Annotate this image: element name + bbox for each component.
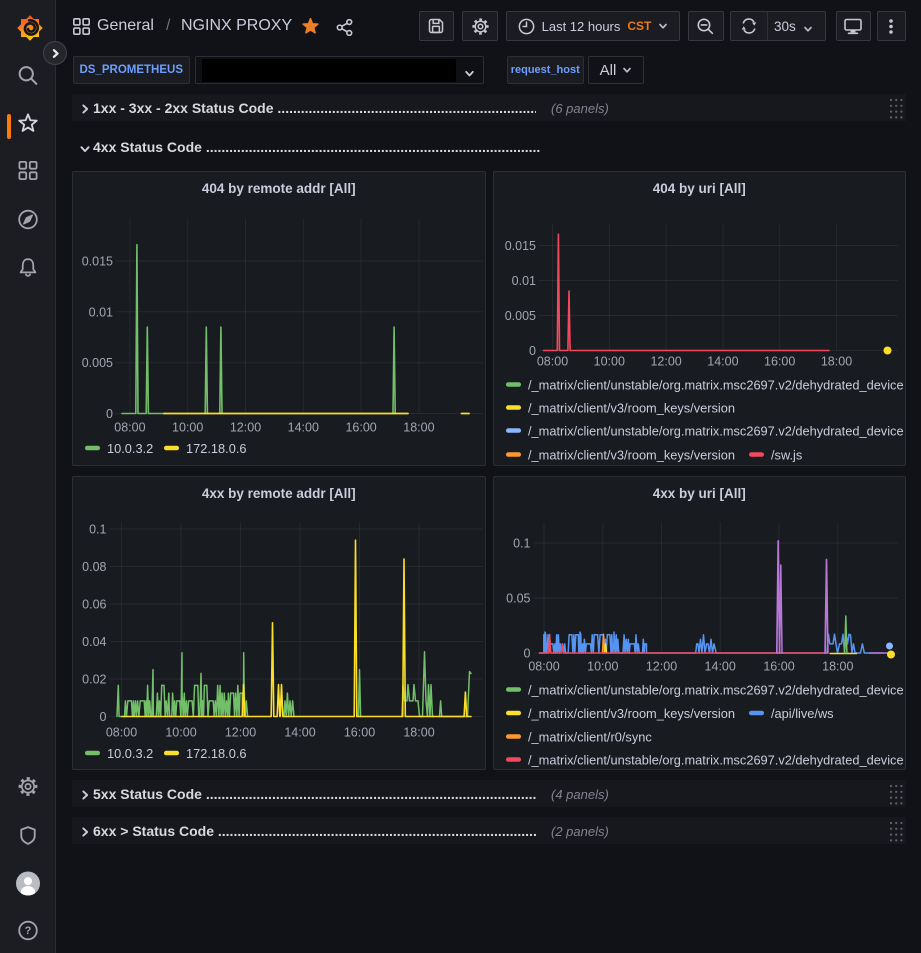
svg-text:/sw.js: /sw.js xyxy=(771,448,802,463)
svg-text:0.01: 0.01 xyxy=(89,305,113,319)
svg-text:18:00: 18:00 xyxy=(822,659,853,673)
svg-text:10:00: 10:00 xyxy=(587,659,618,673)
svg-text:0.015: 0.015 xyxy=(82,255,113,269)
svg-text:12:00: 12:00 xyxy=(645,659,676,673)
svg-text:14:00: 14:00 xyxy=(284,725,315,739)
svg-text:0.015: 0.015 xyxy=(504,239,535,253)
svg-text:0.005: 0.005 xyxy=(504,309,535,323)
svg-text:16:00: 16:00 xyxy=(344,725,375,739)
svg-text:0: 0 xyxy=(523,646,530,660)
svg-text:12:00: 12:00 xyxy=(650,355,681,369)
svg-text:10.0.3.2: 10.0.3.2 xyxy=(107,746,153,761)
svg-text:/_matrix/client/v3/room_keys/v: /_matrix/client/v3/room_keys/version xyxy=(528,448,735,463)
svg-text:172.18.0.6: 172.18.0.6 xyxy=(186,441,247,456)
svg-text:0.005: 0.005 xyxy=(82,356,113,370)
svg-text:0.08: 0.08 xyxy=(82,560,106,574)
svg-text:16:00: 16:00 xyxy=(764,355,795,369)
svg-text:0.04: 0.04 xyxy=(82,635,106,649)
svg-text:/_matrix/client/unstable/org.m: /_matrix/client/unstable/org.matrix.msc2… xyxy=(528,378,904,393)
svg-text:16:00: 16:00 xyxy=(345,421,376,435)
svg-text:08:00: 08:00 xyxy=(536,355,567,369)
svg-text:0: 0 xyxy=(529,344,536,358)
svg-text:14:00: 14:00 xyxy=(288,421,319,435)
svg-text:12:00: 12:00 xyxy=(225,725,256,739)
svg-text:/_matrix/client/v3/room_keys/v: /_matrix/client/v3/room_keys/version xyxy=(528,706,735,721)
svg-text:10.0.3.2: 10.0.3.2 xyxy=(107,441,153,456)
svg-text:18:00: 18:00 xyxy=(403,421,434,435)
svg-text:0.02: 0.02 xyxy=(82,672,106,686)
svg-text:/_matrix/client/unstable/org.m: /_matrix/client/unstable/org.matrix.msc2… xyxy=(528,752,904,767)
svg-text:/_matrix/client/r0/sync: /_matrix/client/r0/sync xyxy=(528,729,652,744)
svg-text:/api/live/ws: /api/live/ws xyxy=(771,706,834,721)
svg-text:/_matrix/client/unstable/org.m: /_matrix/client/unstable/org.matrix.msc2… xyxy=(528,424,904,439)
svg-text:0.01: 0.01 xyxy=(511,274,535,288)
svg-text:16:00: 16:00 xyxy=(763,659,794,673)
svg-text:14:00: 14:00 xyxy=(704,659,735,673)
svg-text:0.06: 0.06 xyxy=(82,597,106,611)
svg-text:08:00: 08:00 xyxy=(528,659,559,673)
svg-text:10:00: 10:00 xyxy=(593,355,624,369)
svg-text:/_matrix/client/unstable/org.m: /_matrix/client/unstable/org.matrix.msc2… xyxy=(528,682,904,697)
svg-text:?: ? xyxy=(25,925,32,937)
svg-text:08:00: 08:00 xyxy=(106,725,137,739)
svg-text:12:00: 12:00 xyxy=(230,421,261,435)
svg-text:0.1: 0.1 xyxy=(513,536,530,550)
svg-text:10:00: 10:00 xyxy=(165,725,196,739)
svg-text:0: 0 xyxy=(100,710,107,724)
svg-text:10:00: 10:00 xyxy=(172,421,203,435)
svg-text:0.05: 0.05 xyxy=(506,591,530,605)
svg-text:0: 0 xyxy=(106,407,113,421)
svg-text:0.1: 0.1 xyxy=(89,522,106,536)
svg-text:14:00: 14:00 xyxy=(707,355,738,369)
svg-text:172.18.0.6: 172.18.0.6 xyxy=(186,746,247,761)
svg-text:/_matrix/client/v3/room_keys/v: /_matrix/client/v3/room_keys/version xyxy=(528,401,735,416)
svg-text:18:00: 18:00 xyxy=(820,355,851,369)
svg-text:18:00: 18:00 xyxy=(403,725,434,739)
svg-text:08:00: 08:00 xyxy=(114,421,145,435)
